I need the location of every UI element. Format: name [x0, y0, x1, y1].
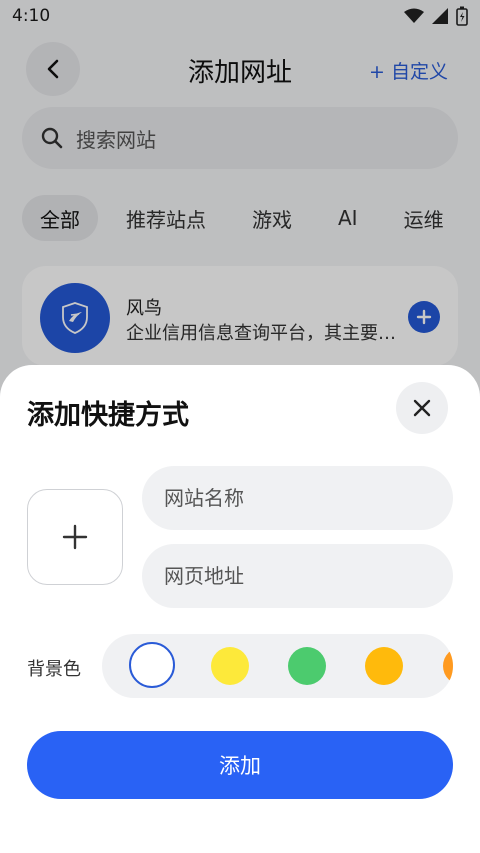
sheet-title: 添加快捷方式 [27, 400, 189, 431]
close-icon [413, 399, 431, 417]
close-button[interactable] [396, 382, 448, 434]
color-swatch-amber[interactable] [365, 647, 403, 685]
background-color-label: 背景色 [27, 659, 81, 680]
plus-icon [62, 524, 88, 550]
color-swatch-white[interactable] [129, 642, 175, 688]
icon-picker-button[interactable] [27, 489, 123, 585]
color-picker [102, 634, 453, 698]
site-name-input[interactable] [164, 486, 453, 510]
site-url-input[interactable] [164, 564, 453, 588]
site-name-field[interactable] [142, 466, 453, 530]
color-swatch-orange[interactable] [443, 647, 453, 685]
add-shortcut-sheet: 添加快捷方式 背景色 添加 [0, 365, 480, 853]
color-swatch-yellow[interactable] [211, 647, 249, 685]
color-swatch-green[interactable] [288, 647, 326, 685]
site-url-field[interactable] [142, 544, 453, 608]
submit-add-button[interactable]: 添加 [27, 731, 453, 799]
